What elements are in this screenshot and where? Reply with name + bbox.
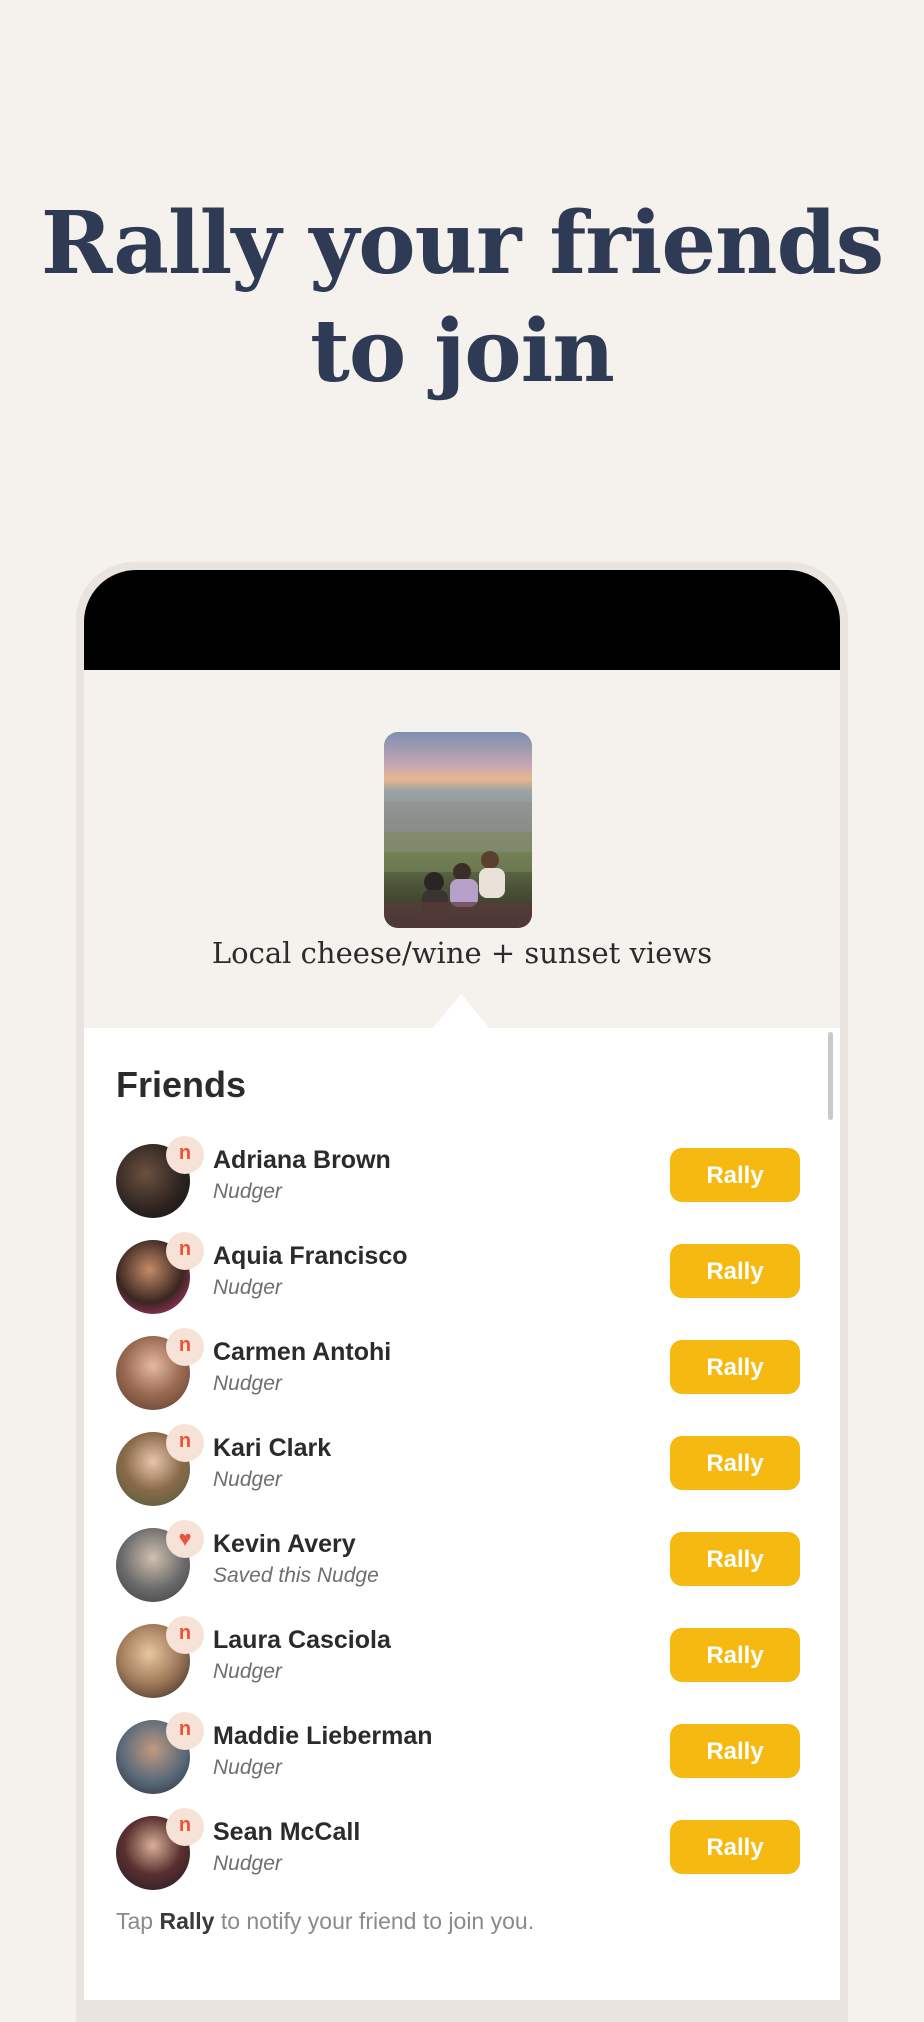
friend-row: n Sean McCall Nudger Rally	[84, 1808, 840, 1900]
friend-status: Nudger	[213, 1756, 282, 1779]
friend-name: Sean McCall	[213, 1818, 361, 1846]
rally-button[interactable]: Rally	[670, 1628, 800, 1682]
friend-name: Kevin Avery	[213, 1530, 356, 1558]
page-headline: Rally your friends to join	[0, 190, 924, 406]
nudge-icon: n	[166, 1808, 204, 1846]
friend-status: Nudger	[213, 1660, 282, 1683]
rally-button[interactable]: Rally	[670, 1724, 800, 1778]
friend-row: n Adriana Brown Nudger Rally	[84, 1136, 840, 1228]
rally-button[interactable]: Rally	[670, 1436, 800, 1490]
friend-name: Maddie Lieberman	[213, 1722, 433, 1750]
nudge-icon: n	[166, 1136, 204, 1174]
heart-icon: ♥	[166, 1520, 204, 1558]
rally-button[interactable]: Rally	[670, 1340, 800, 1394]
event-title: Local cheese/wine + sunset views	[211, 936, 713, 970]
friend-status: Nudger	[213, 1180, 282, 1203]
panel-pointer	[433, 994, 489, 1028]
nudge-icon: n	[166, 1328, 204, 1366]
nudge-icon: n	[166, 1232, 204, 1270]
friend-name: Adriana Brown	[213, 1146, 391, 1174]
phone-screen: Local cheese/wine + sunset views Friends…	[84, 570, 840, 2000]
rally-button[interactable]: Rally	[670, 1820, 800, 1874]
footer-suffix: to notify your friend to join you.	[220, 1908, 535, 1934]
friend-status: Nudger	[213, 1468, 282, 1491]
friend-name: Laura Casciola	[213, 1626, 391, 1654]
event-photo	[384, 732, 532, 928]
headline-line-1: Rally your friends	[40, 193, 884, 294]
status-bar-area	[84, 570, 840, 670]
friend-name: Kari Clark	[213, 1434, 332, 1462]
rally-button[interactable]: Rally	[670, 1148, 800, 1202]
friend-status: Saved this Nudge	[213, 1564, 379, 1587]
nudge-icon: n	[166, 1616, 204, 1654]
friend-row: n Maddie Lieberman Nudger Rally	[84, 1712, 840, 1804]
friend-status: Nudger	[213, 1852, 282, 1875]
nudge-icon: n	[166, 1712, 204, 1750]
friend-status: Nudger	[213, 1372, 282, 1395]
rally-button[interactable]: Rally	[670, 1532, 800, 1586]
headline-line-2: to join	[310, 301, 615, 402]
friend-row: n Laura Casciola Nudger Rally	[84, 1616, 840, 1708]
friend-name: Carmen Antohi	[213, 1338, 392, 1366]
friend-row: n Kari Clark Nudger Rally	[84, 1424, 840, 1516]
friend-name: Aquia Francisco	[213, 1242, 408, 1270]
scrollbar[interactable]	[828, 1032, 833, 1120]
friend-row: n Carmen Antohi Nudger Rally	[84, 1328, 840, 1420]
rally-button[interactable]: Rally	[670, 1244, 800, 1298]
footer-bold: Rally	[159, 1908, 215, 1934]
friends-heading: Friends	[116, 1064, 247, 1105]
nudge-icon: n	[166, 1424, 204, 1462]
friend-row: n Aquia Francisco Nudger Rally	[84, 1232, 840, 1324]
footer-hint: Tap Rally to notify your friend to join …	[116, 1908, 534, 1935]
footer-prefix: Tap	[116, 1908, 154, 1934]
friend-row: ♥ Kevin Avery Saved this Nudge Rally	[84, 1520, 840, 1612]
friend-status: Nudger	[213, 1276, 282, 1299]
